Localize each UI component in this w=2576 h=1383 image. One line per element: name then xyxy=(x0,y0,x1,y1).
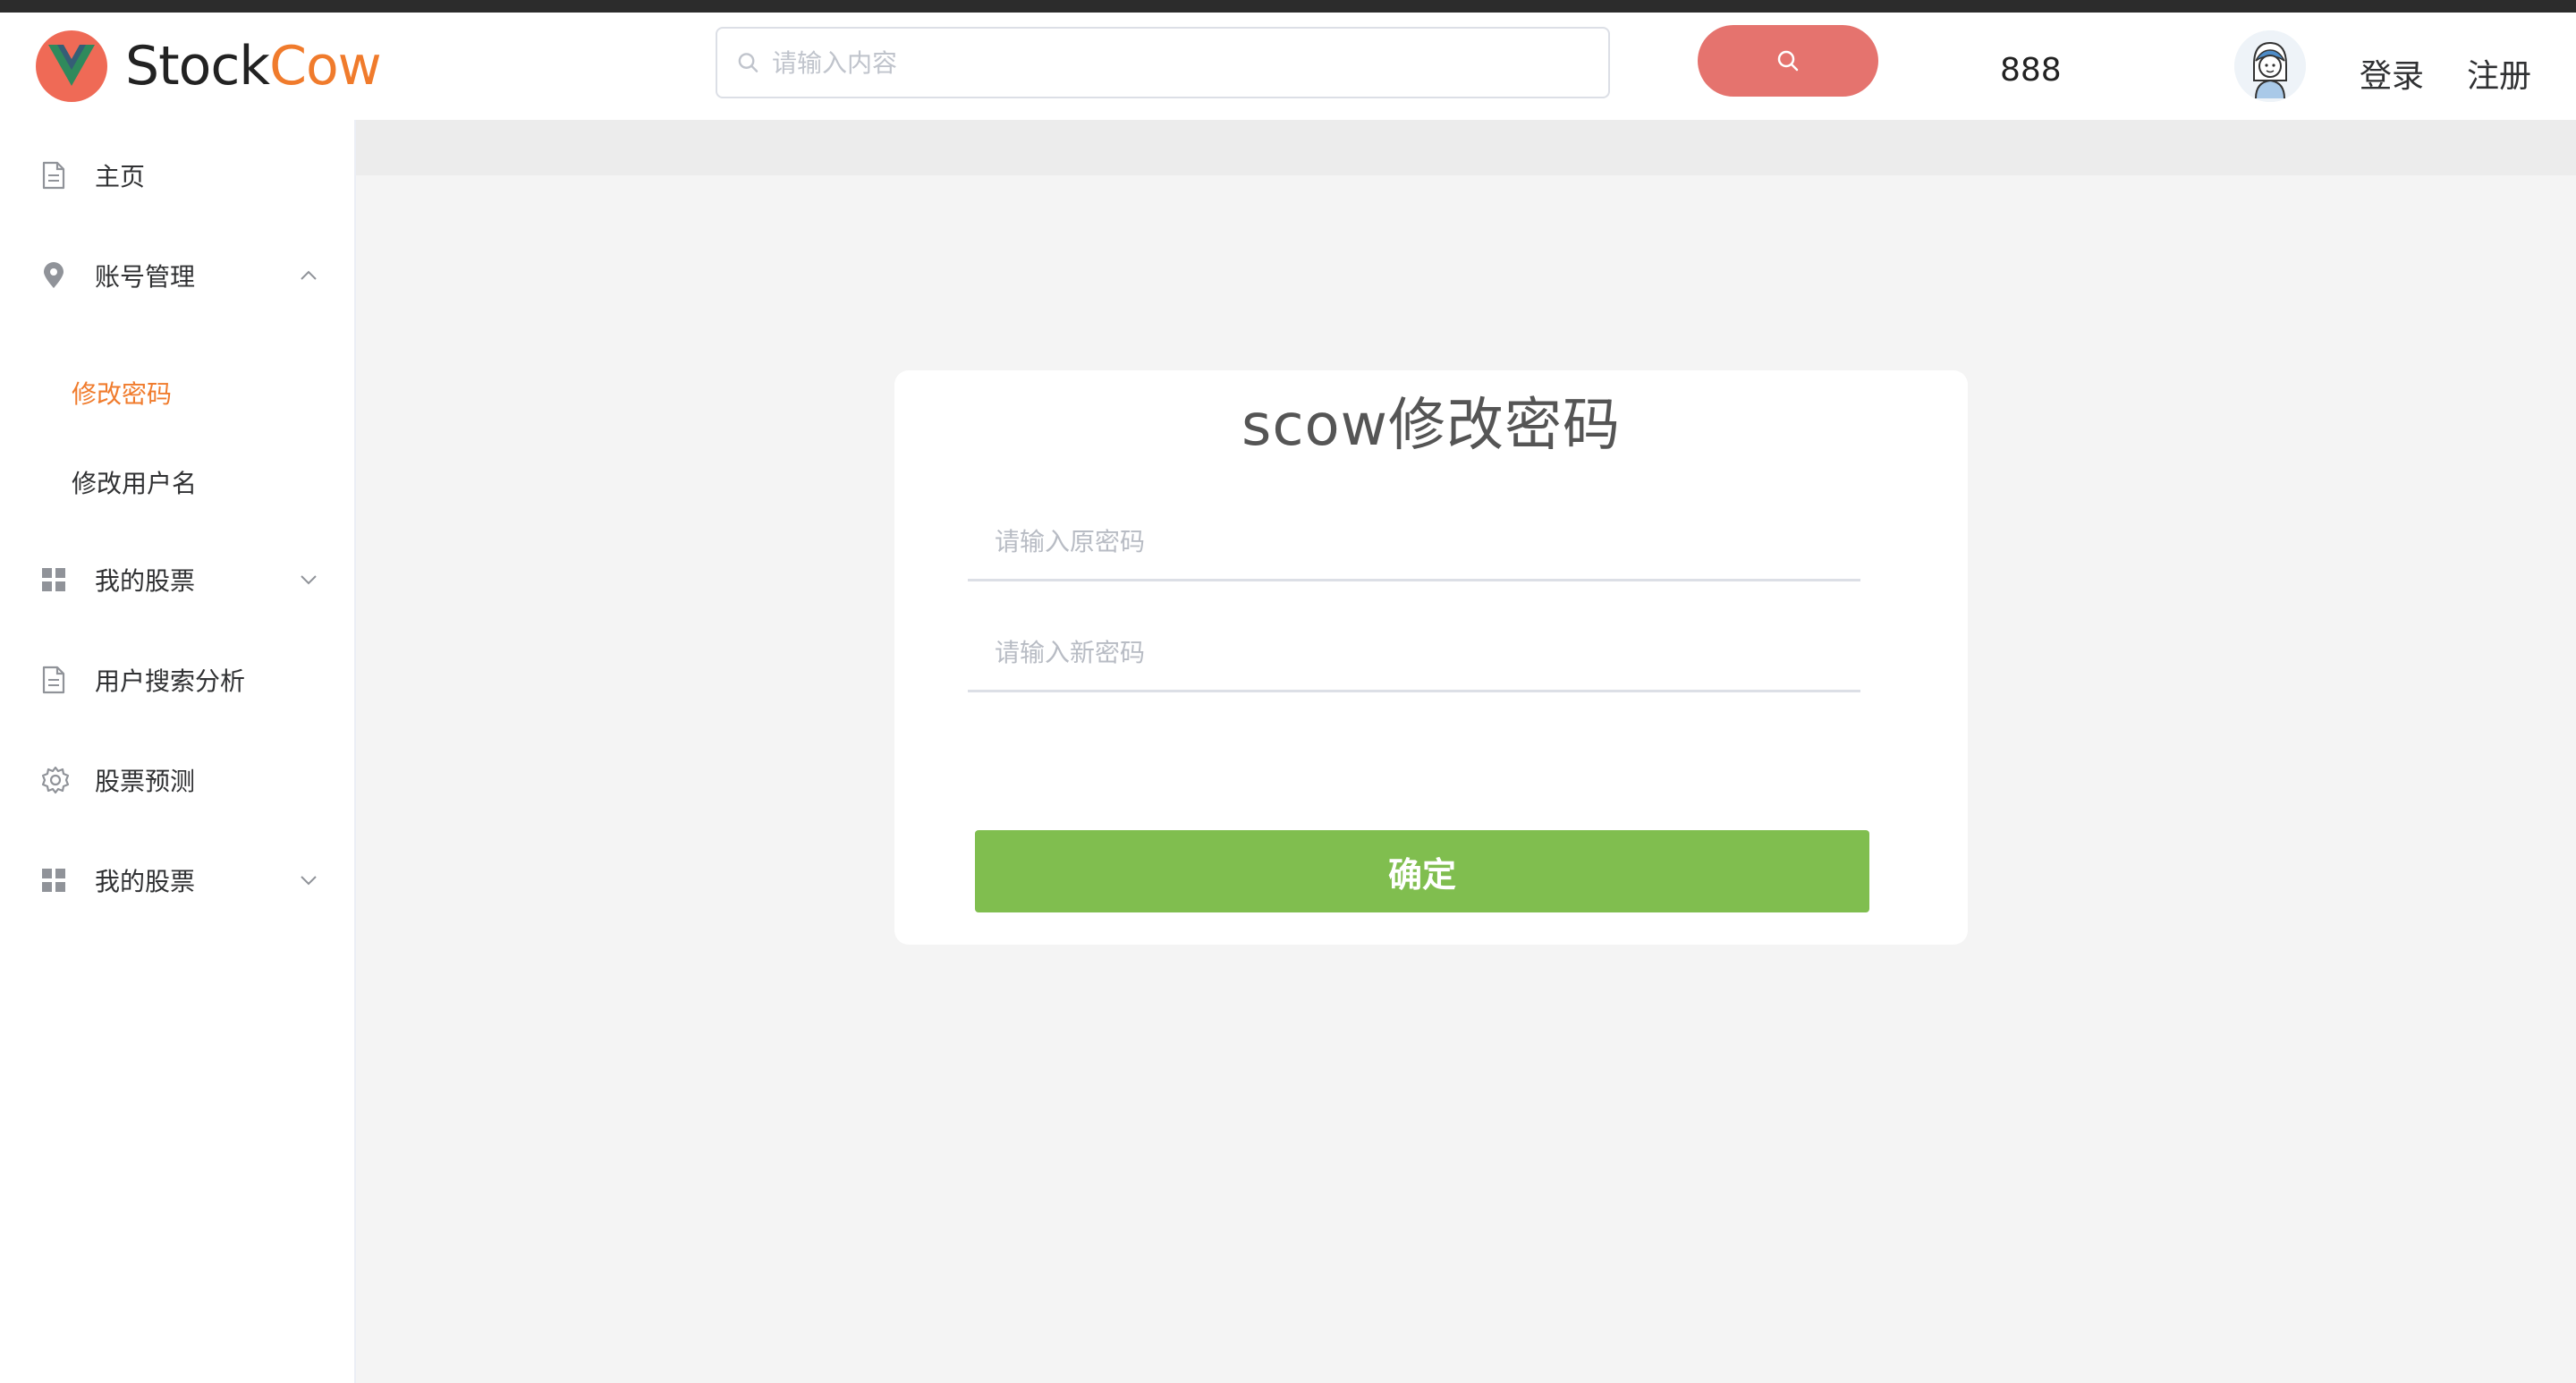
avatar[interactable] xyxy=(2234,30,2306,102)
confirm-button[interactable]: 确定 xyxy=(975,830,1869,912)
grid-icon xyxy=(42,568,65,591)
sidebar: 主页 账号管理 修改密码 修改用户名 我的股票 用户搜索分析 股票预测 我的股票 xyxy=(0,120,356,1383)
sidebar-subitem-change-password[interactable]: 修改密码 xyxy=(0,352,354,433)
chevron-up-icon xyxy=(301,270,317,280)
sidebar-item-label: 我的股票 xyxy=(95,867,196,896)
sidebar-subitem-change-username[interactable]: 修改用户名 xyxy=(0,442,354,522)
sidebar-item-search-analysis[interactable]: 用户搜索分析 xyxy=(0,635,354,725)
brand-name: StockCow xyxy=(125,39,382,93)
sidebar-item-label: 用户搜索分析 xyxy=(95,666,246,696)
search-input[interactable] xyxy=(771,47,1608,78)
sidebar-subitem-label: 修改密码 xyxy=(72,379,173,409)
old-password-field xyxy=(968,501,1860,581)
user-avatar-icon xyxy=(2234,30,2306,102)
sidebar-item-my-stocks-2[interactable]: 我的股票 xyxy=(0,836,354,925)
search-box[interactable] xyxy=(716,27,1610,98)
count-display: 888 xyxy=(2000,52,2062,89)
logo-icon xyxy=(36,30,107,102)
register-link[interactable]: 注册 xyxy=(2467,50,2531,97)
chevron-down-icon xyxy=(301,575,317,585)
brand-logo[interactable]: StockCow xyxy=(36,27,382,106)
brand-name-cow: Cow xyxy=(269,35,382,98)
sidebar-subitem-label: 修改用户名 xyxy=(72,469,198,498)
login-link[interactable]: 登录 xyxy=(2360,50,2424,97)
brand-name-stock: Stock xyxy=(125,35,270,98)
search-icon xyxy=(738,53,758,72)
page-title: scow修改密码 xyxy=(1241,393,1622,459)
top-header: StockCow 888 登录 注册 xyxy=(0,13,2576,120)
window-top-bar xyxy=(0,0,2576,13)
sidebar-item-label: 我的股票 xyxy=(95,566,196,596)
sidebar-item-home[interactable]: 主页 xyxy=(0,131,354,220)
new-password-input[interactable] xyxy=(995,630,1835,675)
new-password-field xyxy=(968,612,1860,692)
gear-icon xyxy=(41,766,70,794)
sidebar-item-label: 主页 xyxy=(95,162,146,191)
sidebar-item-label: 股票预测 xyxy=(95,767,196,796)
search-icon xyxy=(1777,50,1799,72)
content-top-band xyxy=(338,120,2576,175)
sidebar-item-stock-prediction[interactable]: 股票预测 xyxy=(0,735,354,825)
change-password-card: scow修改密码 确定 xyxy=(894,370,1968,945)
chevron-down-icon xyxy=(301,876,317,886)
grid-icon xyxy=(42,869,65,892)
sidebar-item-account[interactable]: 账号管理 xyxy=(0,231,354,320)
document-icon xyxy=(42,161,65,190)
document-icon xyxy=(42,666,65,694)
location-icon xyxy=(44,262,64,288)
sidebar-item-label: 账号管理 xyxy=(95,262,196,292)
sidebar-item-my-stocks[interactable]: 我的股票 xyxy=(0,535,354,624)
search-button[interactable] xyxy=(1698,25,1878,97)
old-password-input[interactable] xyxy=(995,519,1835,564)
